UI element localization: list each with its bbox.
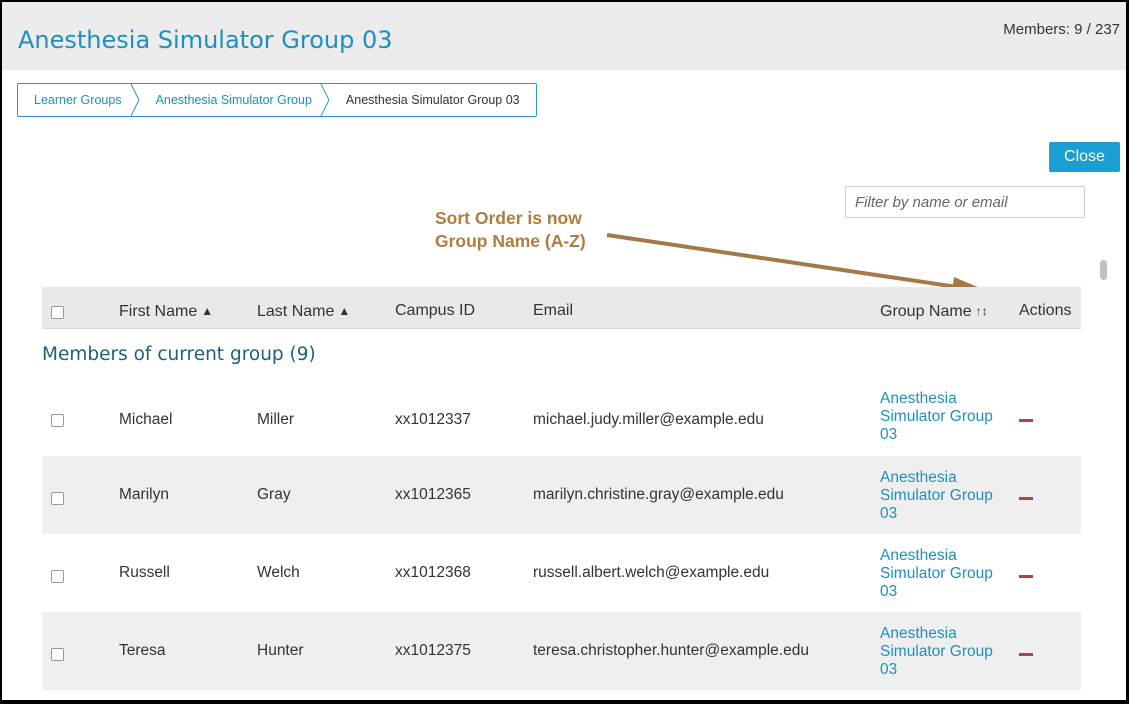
email: teresa.christopher.hunter@example.edu — [533, 642, 809, 659]
group-name-link[interactable]: Anesthesia Simulator Group 03 — [880, 625, 1010, 679]
group-name-line: Simulator Group — [880, 643, 993, 660]
group-name-link[interactable]: Anesthesia Simulator Group 03 — [880, 547, 1010, 601]
group-name-line: 03 — [880, 583, 898, 600]
members-count: Members: 9 / 237 — [1003, 21, 1120, 38]
group-heading: Members of current group (9) — [42, 344, 316, 365]
breadcrumb-label: Anesthesia Simulator Group — [155, 93, 312, 107]
email: marilyn.christine.gray@example.edu — [533, 486, 784, 503]
breadcrumb: Learner Groups Anesthesia Simulator Grou… — [17, 83, 537, 117]
group-name-line: 03 — [880, 505, 898, 522]
group-members-dialog: Anesthesia Simulator Group 03 Members: 9… — [2, 2, 1126, 700]
group-name-line: Anesthesia — [880, 469, 957, 486]
first-name: Marilyn — [119, 486, 169, 503]
breadcrumb-learner-groups[interactable]: Learner Groups — [18, 84, 140, 116]
group-name-link[interactable]: Anesthesia Simulator Group 03 — [880, 390, 1010, 444]
column-label: First Name — [119, 303, 198, 320]
column-campus-id[interactable]: Campus ID — [395, 287, 475, 329]
column-label: Last Name — [257, 303, 335, 320]
last-name: Gray — [257, 486, 291, 503]
breadcrumb-current: Anesthesia Simulator Group 03 — [345, 93, 520, 107]
sort-up-down-icon: ▲︎ — [201, 304, 214, 318]
campus-id: xx1012365 — [395, 486, 471, 503]
table-header: First Name ▲︎ Last Name ▲︎ Campus ID Email… — [42, 287, 1081, 329]
group-name-line: Anesthesia — [880, 390, 957, 407]
row-checkbox[interactable] — [51, 648, 64, 661]
chevron-right-icon — [130, 84, 140, 116]
last-name: Hunter — [257, 642, 304, 659]
table-row: Teresa Hunter xx1012375 teresa.christoph… — [42, 612, 1081, 690]
first-name: Michael — [119, 411, 173, 428]
breadcrumb-anesthesia-simulator-group[interactable]: Anesthesia Simulator Group — [140, 84, 330, 116]
last-name: Welch — [257, 564, 300, 581]
table-row: Michael Miller xx1012337 michael.judy.mi… — [42, 381, 1081, 459]
remove-member-icon[interactable] — [1019, 497, 1033, 500]
group-name-line: Anesthesia — [880, 625, 957, 642]
column-actions: Actions — [1019, 302, 1072, 319]
sort-order-annotation: Sort Order is now Group Name (A-Z) — [435, 207, 586, 253]
page-title: Anesthesia Simulator Group 03 — [18, 26, 393, 54]
remove-member-icon[interactable] — [1019, 653, 1033, 656]
scrollbar-thumb[interactable] — [1100, 260, 1107, 280]
group-name-line: Anesthesia — [880, 547, 957, 564]
breadcrumb-label: Learner Groups — [34, 93, 122, 107]
remove-member-icon[interactable] — [1019, 575, 1033, 578]
group-name-line: 03 — [880, 661, 898, 678]
column-first-name[interactable]: First Name ▲︎ — [119, 287, 213, 329]
email: michael.judy.miller@example.edu — [533, 411, 764, 428]
column-email[interactable]: Email — [533, 287, 573, 329]
group-name-link[interactable]: Anesthesia Simulator Group 03 — [880, 469, 1010, 523]
remove-member-icon[interactable] — [1019, 419, 1033, 422]
first-name: Russell — [119, 564, 170, 581]
dialog-header: Anesthesia Simulator Group 03 Members: 9… — [2, 2, 1126, 70]
column-group-name[interactable]: Group Name ↑↕ — [880, 287, 988, 329]
column-last-name[interactable]: Last Name ▲︎ — [257, 287, 350, 329]
row-checkbox[interactable] — [51, 570, 64, 583]
table-row: Marilyn Gray xx1012365 marilyn.christine… — [42, 456, 1081, 534]
group-name-line: Simulator Group — [880, 487, 993, 504]
last-name: Miller — [257, 411, 295, 428]
campus-id: xx1012375 — [395, 642, 471, 659]
first-name: Teresa — [119, 642, 166, 659]
sort-alpha-asc-icon: ↑↕ — [975, 304, 988, 318]
group-name-line: 03 — [880, 426, 898, 443]
email: russell.albert.welch@example.edu — [533, 564, 770, 581]
close-button[interactable]: Close — [1049, 142, 1120, 172]
annotation-line-1: Sort Order is now — [435, 208, 582, 228]
scrollbar[interactable] — [1097, 254, 1109, 700]
group-name-line: Simulator Group — [880, 565, 993, 582]
annotation-line-2: Group Name (A-Z) — [435, 231, 586, 251]
campus-id: xx1012368 — [395, 564, 471, 581]
chevron-right-icon — [320, 84, 330, 116]
row-checkbox[interactable] — [51, 492, 64, 505]
sort-up-down-icon: ▲︎ — [338, 304, 351, 318]
filter-input[interactable] — [845, 186, 1085, 218]
group-name-line: Simulator Group — [880, 408, 993, 425]
campus-id: xx1012337 — [395, 411, 471, 428]
table-row: Russell Welch xx1012368 russell.albert.w… — [42, 534, 1081, 612]
column-label: Group Name — [880, 303, 972, 320]
row-checkbox[interactable] — [51, 414, 64, 427]
select-all-checkbox[interactable] — [51, 306, 64, 319]
